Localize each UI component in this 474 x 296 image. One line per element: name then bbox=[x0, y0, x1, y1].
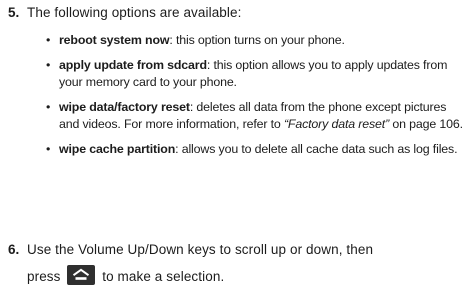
option-term: wipe data/factory reset bbox=[59, 100, 190, 114]
page-reference: on page 106. bbox=[389, 117, 463, 131]
bullet: • bbox=[46, 33, 51, 47]
step-number: 5. bbox=[8, 5, 20, 20]
bullet: • bbox=[46, 100, 51, 114]
list-item-apply-update: • apply update from sdcard: this option … bbox=[46, 57, 468, 91]
option-term: reboot system now bbox=[59, 33, 170, 47]
cross-reference-link[interactable]: “Factory data reset” bbox=[284, 117, 389, 131]
option-desc: : this option turns on your phone. bbox=[169, 33, 345, 47]
list-item-wipe-data: • wipe data/factory reset: deletes all d… bbox=[46, 99, 468, 133]
step-text-before-icon: press bbox=[27, 269, 61, 284]
option-desc: : allows you to delete all cache data su… bbox=[175, 142, 458, 156]
home-key-icon bbox=[67, 265, 96, 286]
bullet: • bbox=[46, 58, 51, 72]
step-6: 6. Use the Volume Up/Down keys to scroll… bbox=[0, 236, 474, 296]
step-text-after-icon: to make a selection. bbox=[102, 269, 225, 284]
step-text-line1: Use the Volume Up/Down keys to scroll up… bbox=[27, 242, 374, 257]
step-number: 6. bbox=[8, 242, 20, 257]
home-glyph bbox=[73, 269, 90, 281]
list-item-wipe-cache: • wipe cache partition: allows you to de… bbox=[46, 141, 468, 158]
option-term: wipe cache partition bbox=[59, 142, 176, 156]
list-item-reboot: • reboot system now: this option turns o… bbox=[46, 32, 468, 49]
step-text: The following options are available: bbox=[27, 5, 242, 20]
manual-page: 5. The following options are available: … bbox=[0, 0, 474, 296]
step-text: Use the Volume Up/Down keys to scroll up… bbox=[27, 236, 467, 290]
options-list: • reboot system now: this option turns o… bbox=[46, 32, 468, 166]
step-5: 5. The following options are available: bbox=[0, 0, 474, 28]
option-term: apply update from sdcard bbox=[59, 58, 207, 72]
bullet: • bbox=[46, 142, 51, 156]
